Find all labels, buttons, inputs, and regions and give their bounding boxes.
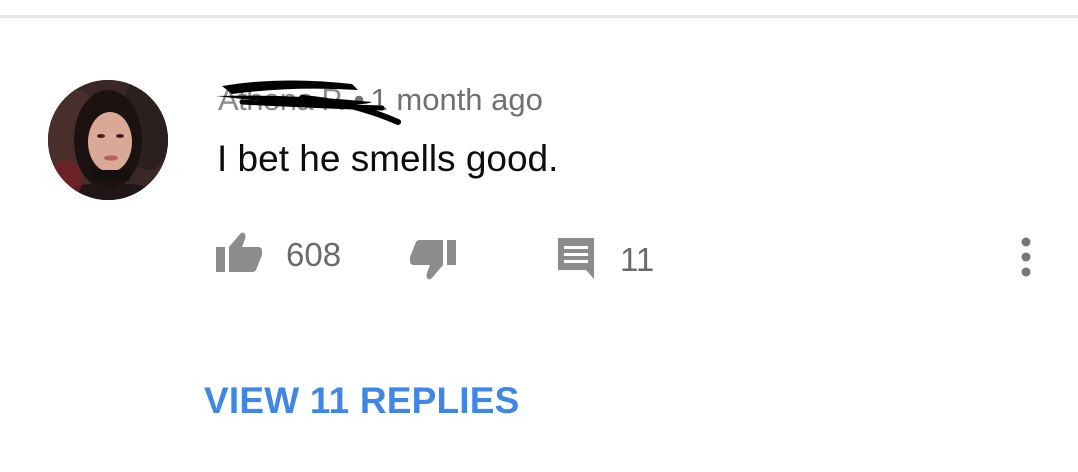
view-replies-link[interactable]: VIEW 11 REPLIES xyxy=(204,380,520,422)
comment-timestamp: 1 month ago xyxy=(370,82,543,117)
comment-icon xyxy=(554,234,598,285)
meta-separator: • xyxy=(353,82,365,117)
like-button[interactable]: 608 xyxy=(214,230,341,279)
comment-text: I bet he smells good. xyxy=(217,138,559,179)
avatar-photo xyxy=(48,80,168,200)
avatar[interactable] xyxy=(48,80,168,200)
thumb-down-icon xyxy=(408,236,458,291)
more-options-button[interactable] xyxy=(1012,234,1040,282)
more-vertical-icon xyxy=(1021,237,1031,277)
author-name[interactable]: Athena P. xyxy=(216,80,401,125)
dislike-button[interactable] xyxy=(408,236,458,291)
author-name-text: Athena P. xyxy=(218,82,346,117)
like-count: 608 xyxy=(286,235,342,273)
comment-meta: Athena P. • 1 month ago xyxy=(216,78,543,125)
thumb-up-icon xyxy=(214,230,264,279)
reply-button[interactable]: 11 xyxy=(554,234,654,285)
reply-count: 11 xyxy=(620,240,655,278)
top-divider xyxy=(0,15,1078,18)
